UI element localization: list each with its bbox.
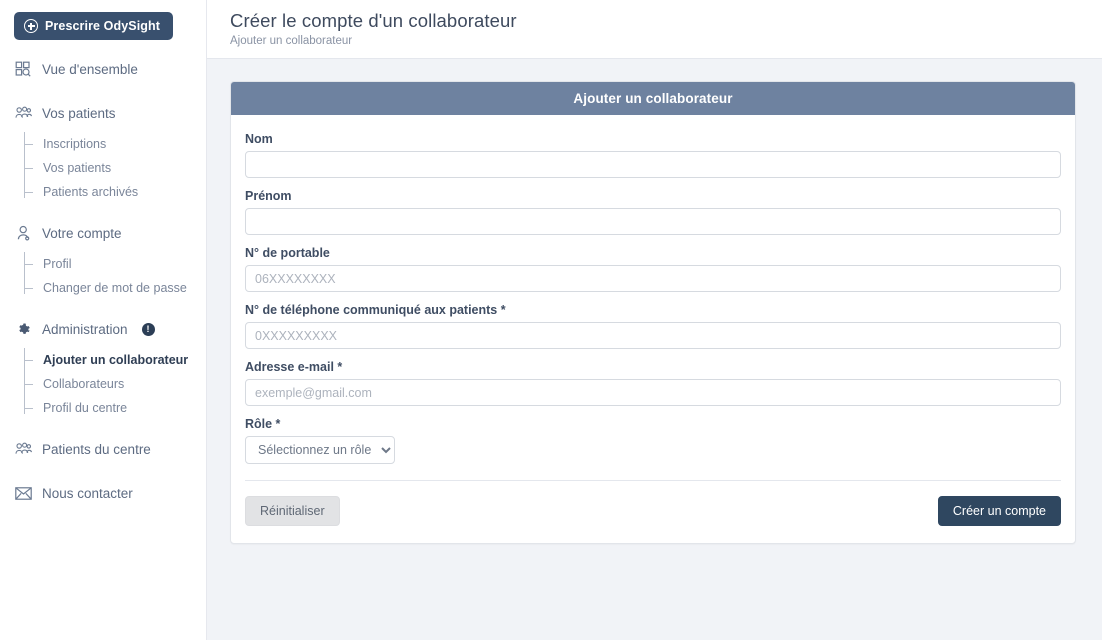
sidebar-item-label: Administration (42, 321, 128, 337)
sidebar-item-nous-contacter[interactable]: Nous contacter (0, 476, 206, 510)
label-email: Adresse e-mail * (245, 360, 343, 374)
sidebar-nav: Vue d'ensemble Vos patients Inscriptions… (0, 52, 206, 510)
main-area: Créer le compte d'un collaborateur Ajout… (207, 0, 1102, 640)
users-icon (14, 440, 32, 458)
dashboard-search-icon (14, 60, 32, 78)
sidebar-item-label: Vos patients (42, 105, 116, 121)
sidebar-item-administration[interactable]: Administration ! (0, 312, 206, 346)
sidebar-subtree-administration: Ajouter un collaborateur Collaborateurs … (0, 348, 206, 420)
role-select[interactable]: Sélectionnez un rôle (245, 436, 395, 464)
field-prenom: Prénom (245, 189, 1061, 235)
sidebar-item-label: Patients du centre (42, 441, 151, 457)
content-area: Ajouter un collaborateur Nom Prénom N° d… (207, 59, 1102, 640)
field-nom: Nom (245, 132, 1061, 178)
sidebar-subitem-inscriptions[interactable]: Inscriptions (24, 132, 206, 156)
sidebar: Prescrire OdySight Vue d'ensemble Vos pa… (0, 0, 207, 640)
prenom-input[interactable] (245, 208, 1061, 235)
email-input[interactable] (245, 379, 1061, 406)
app-root: Prescrire OdySight Vue d'ensemble Vos pa… (0, 0, 1102, 640)
card-title: Ajouter un collaborateur (231, 82, 1075, 115)
sidebar-item-vos-patients[interactable]: Vos patients (0, 96, 206, 130)
sidebar-subitem-profil[interactable]: Profil (24, 252, 206, 276)
sidebar-subitem-collaborateurs[interactable]: Collaborateurs (24, 372, 206, 396)
sidebar-subitem-ajouter-un-collaborateur[interactable]: Ajouter un collaborateur (24, 348, 206, 372)
sidebar-subitem-vos-patients[interactable]: Vos patients (24, 156, 206, 180)
sidebar-item-votre-compte[interactable]: Votre compte (0, 216, 206, 250)
sidebar-item-label: Votre compte (42, 225, 122, 241)
brand-area: Prescrire OdySight (0, 0, 206, 40)
label-nom: Nom (245, 132, 273, 146)
sidebar-item-vue-ensemble[interactable]: Vue d'ensemble (0, 52, 206, 86)
prescrire-odysight-button[interactable]: Prescrire OdySight (14, 12, 174, 40)
label-portable: N° de portable (245, 246, 330, 260)
sidebar-item-label: Nous contacter (42, 485, 133, 501)
sidebar-subitem-patients-archives[interactable]: Patients archivés (24, 180, 206, 204)
sidebar-subitem-changer-mot-de-passe[interactable]: Changer de mot de passe (24, 276, 206, 300)
label-prenom: Prénom (245, 189, 292, 203)
sidebar-item-patients-du-centre[interactable]: Patients du centre (0, 432, 206, 466)
breadcrumb: Ajouter un collaborateur (230, 35, 353, 47)
card-body: Nom Prénom N° de portable N° de téléphon… (231, 115, 1075, 464)
portable-input[interactable] (245, 265, 1061, 292)
field-telephone-patients: N° de téléphone communiqué aux patients … (245, 303, 1061, 349)
telephone-patients-input[interactable] (245, 322, 1061, 349)
sidebar-subitem-profil-du-centre[interactable]: Profil du centre (24, 396, 206, 420)
label-role: Rôle * (245, 417, 281, 431)
card-footer: Réinitialiser Créer un compte (245, 480, 1061, 543)
reset-button[interactable]: Réinitialiser (245, 496, 340, 526)
add-collaborator-card: Ajouter un collaborateur Nom Prénom N° d… (230, 81, 1076, 544)
label-telephone-patients: N° de téléphone communiqué aux patients … (245, 303, 506, 317)
user-icon (14, 224, 32, 242)
nom-input[interactable] (245, 151, 1061, 178)
create-account-button[interactable]: Créer un compte (937, 496, 1061, 526)
info-icon: ! (141, 322, 155, 336)
gear-icon (14, 320, 32, 338)
sidebar-subtree-vos-patients: Inscriptions Vos patients Patients archi… (0, 132, 206, 204)
page-title: Créer le compte d'un collaborateur (230, 10, 517, 31)
sidebar-item-label: Vue d'ensemble (42, 61, 138, 77)
field-role: Rôle * Sélectionnez un rôle (245, 417, 1061, 464)
envelope-icon (14, 484, 32, 502)
users-icon (14, 104, 32, 122)
plus-circle-icon (24, 19, 38, 33)
sidebar-subtree-votre-compte: Profil Changer de mot de passe (0, 252, 206, 300)
page-header: Créer le compte d'un collaborateur Ajout… (207, 0, 1102, 59)
prescrire-odysight-label: Prescrire OdySight (45, 19, 161, 33)
field-email: Adresse e-mail * (245, 360, 1061, 406)
field-portable: N° de portable (245, 246, 1061, 292)
